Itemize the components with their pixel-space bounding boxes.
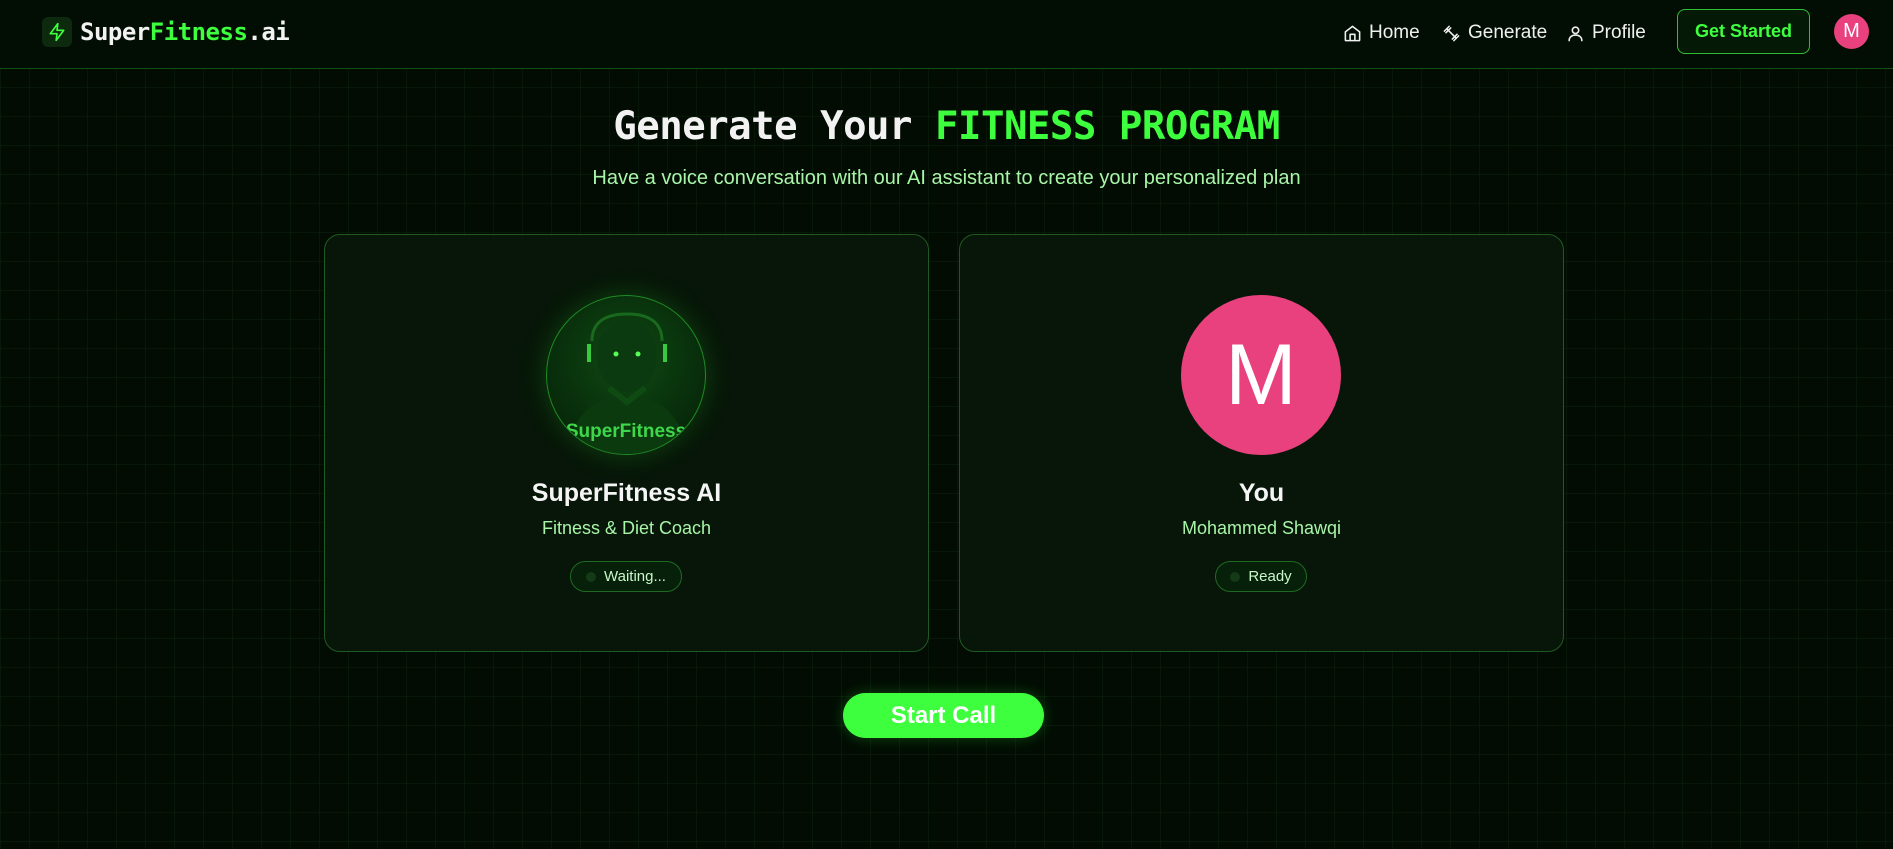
- ai-assistant-card: SuperFitness SuperFitness AI Fitness & D…: [324, 234, 929, 652]
- user-avatar-large: M: [1181, 295, 1341, 455]
- user-status-label: Ready: [1248, 568, 1292, 585]
- ai-avatar-label: SuperFitness: [565, 421, 687, 442]
- nav-link-home[interactable]: Home: [1343, 20, 1420, 46]
- status-dot-icon: [586, 571, 597, 582]
- page-title: Generate Your FITNESS PROGRAM: [0, 104, 1893, 149]
- status-dot-icon: [1230, 571, 1241, 582]
- ai-status-label: Waiting...: [604, 568, 666, 585]
- nav-link-profile[interactable]: Profile: [1566, 20, 1646, 46]
- ai-name: SuperFitness AI: [531, 479, 722, 507]
- home-icon: [1344, 25, 1361, 41]
- dumbbell-icon: [1443, 25, 1460, 41]
- nav-links: Home Generate Profile: [0, 20, 1893, 46]
- nav-link-generate-label: Generate: [1468, 22, 1548, 43]
- ai-avatar: SuperFitness: [546, 295, 706, 455]
- page-title-accent: FITNESS PROGRAM: [935, 104, 1280, 149]
- nav-link-profile-label: Profile: [1592, 22, 1646, 43]
- nav-link-generate[interactable]: Generate: [1442, 20, 1547, 46]
- get-started-button[interactable]: Get Started: [1677, 9, 1810, 54]
- ai-role: Fitness & Diet Coach: [541, 518, 712, 538]
- user-full-name: Mohammed Shawqi: [1181, 518, 1342, 538]
- page-subtitle: Have a voice conversation with our AI as…: [592, 167, 1301, 189]
- user-name: You: [1238, 479, 1285, 507]
- top-navbar: SuperFitness.ai Home Generate Profile Ge…: [0, 0, 1893, 69]
- user-status-badge: Ready: [1215, 561, 1307, 592]
- user-avatar-nav[interactable]: M: [1834, 14, 1869, 49]
- ai-status-badge: Waiting...: [570, 561, 682, 592]
- page-title-prefix: Generate Your: [613, 104, 936, 149]
- user-icon: [1568, 25, 1583, 41]
- nav-link-home-label: Home: [1369, 22, 1420, 43]
- user-card: M You Mohammed Shawqi Ready: [959, 234, 1564, 652]
- start-call-button[interactable]: Start Call: [843, 693, 1044, 738]
